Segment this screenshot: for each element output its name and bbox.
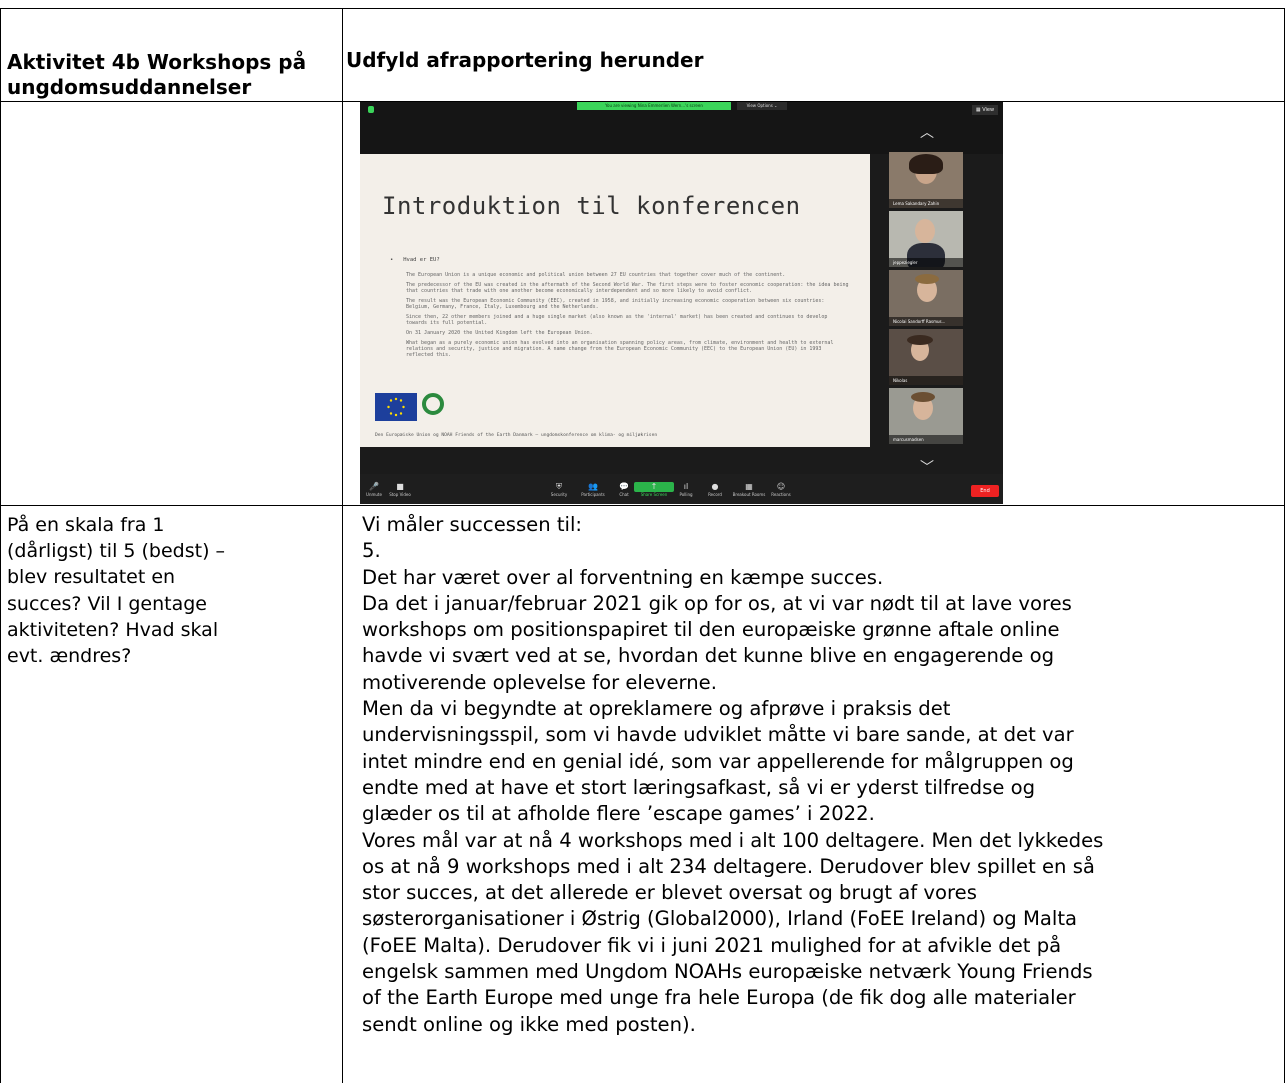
video-tile: Nikolas [889,329,963,385]
participant-name: marcusmadsen [889,435,963,444]
shared-slide: Introduktion til konferencen • Hvad er E… [360,154,870,447]
answer-line: engelsk sammen med Ungdom NOAHs europæis… [362,960,1093,984]
answer-line: Da det i januar/februar 2021 gik op for … [362,591,1072,615]
answer-line: glæder os til at afholde flere ’escape g… [362,802,875,826]
header-left-cell: Aktivitet 4b Workshops på ungdomsuddanne… [7,50,307,99]
document-table: Aktivitet 4b Workshops på ungdomsuddanne… [0,0,1285,1083]
reactions-button[interactable]: ☺ Reactions [761,482,801,497]
slide-title: Introduktion til konferencen [382,192,801,220]
reactions-icon: ☺ [776,482,786,491]
zoom-meeting-screenshot: You are viewing Nina Emmerlien Wern...'s… [360,102,1003,504]
question-line: På en skala fra 1 [7,514,165,536]
answer-line: workshops om positionspapiret til den eu… [362,618,1060,642]
shield-icon [368,106,374,113]
question-line: aktiviteten? Hvad skal [7,618,219,641]
answer-line: havde vi svært ved at se, hvordan det ku… [362,644,1055,668]
question-cell: På en skala fra 1 (dårligst) til 5 (beds… [7,512,337,669]
slide-text: The European Union is a unique economic … [406,272,851,362]
participant-name: jeppeziegler [889,258,963,267]
answer-line: intet mindre end en genial idé, som var … [362,749,1074,773]
stop-video-button[interactable]: ■ Stop Video [380,482,420,497]
video-tile: jeppeziegler [889,211,963,267]
slide-bullet: • Hvad er EU? [390,257,440,263]
table-border-top [0,8,1285,9]
answer-line: (FoEE Malta). Derudover fik vi i juni 20… [362,933,1062,957]
answer-line: Det har været over al forventning en kæm… [362,565,884,589]
participant-name: Nikolas [889,376,963,385]
participant-name: Lema Sakandary Zahin [889,199,963,208]
video-tile: marcusmadsen [889,388,963,444]
end-meeting-button[interactable]: End [971,485,999,497]
slide-paragraph: The European Union is a unique economic … [406,272,786,278]
answer-line: Vores mål var at nå 4 workshops med i al… [362,828,1104,852]
video-tile: Lema Sakandary Zahin [889,152,963,208]
view-options-button[interactable]: View Options ⌄ [737,102,787,110]
answer-line: of the Earth Europe med unge fra hele Eu… [362,986,1076,1010]
participant-name: Nicolai Sandorff Rasmus... [889,317,963,326]
slide-paragraph: The predecessor of the EU was created in… [406,282,849,294]
answer-line: motiverende oplevelse for eleverne. [362,670,717,694]
table-border-left [0,8,1,1083]
slide-paragraph: What began as a purely economic union ha… [406,340,834,358]
question-line: blev resultatet en [7,566,176,589]
question-line: evt. ændres? [7,645,132,668]
answer-line: undervisningsspil, som vi havde udviklet… [362,723,1074,747]
chevron-up-icon[interactable]: ︿ [920,122,934,142]
answer-line: endte med at have et stort læringsafkast… [362,775,1036,799]
answer-line: søsterorganisationer i Østrig (Global200… [362,907,1078,931]
noah-logo [422,393,444,415]
video-tile: Nicolai Sandorff Rasmus... [889,270,963,326]
answer-line: os at nå 9 workshops med i alt 234 delta… [362,854,1095,878]
answer-line: Men da vi begyndte at opreklamere og afp… [362,697,951,721]
view-button[interactable]: ▦ View [972,105,998,115]
question-line: succes? Vil I gentage [7,592,208,615]
slide-footer: Den Europæiske Union og NOAH Friends of … [375,433,658,438]
column-divider [342,8,343,1083]
header-right-cell: Udfyld afrapportering herunder [346,48,704,72]
question-line: (dårligst) til 5 (bedst) – [7,540,226,563]
answer-line: stor succes, at det allerede er blevet o… [362,881,977,905]
answer-line: Vi måler successen til: [362,513,583,536]
answer-cell: Vi måler successen til: 5. Det har været… [362,512,1285,1038]
image-row-bottom-border [0,505,1285,506]
answer-line: sendt online og ikke med posten). [362,1012,696,1036]
slide-paragraph: The result was the European Economic Com… [406,298,825,310]
eu-flag-logo [375,393,417,421]
share-banner: You are viewing Nina Emmerlien Wern...'s… [577,102,731,110]
slide-paragraph: On 31 January 2020 the United Kingdom le… [406,330,593,336]
camera-icon: ■ [396,482,404,491]
slide-paragraph: Since then, 22 other members joined and … [406,314,828,326]
answer-line: 5. [362,539,381,563]
